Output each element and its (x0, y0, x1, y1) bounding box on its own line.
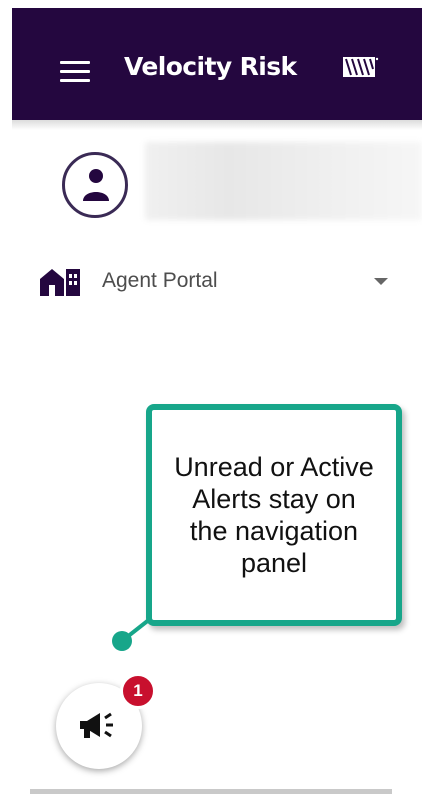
logo-mark-icon (343, 57, 379, 77)
user-name-redacted (145, 142, 422, 220)
alert-count-badge: 1 (120, 673, 156, 709)
user-icon (83, 169, 109, 201)
header-shadow (12, 120, 422, 130)
horizontal-scrollbar[interactable] (30, 789, 392, 794)
portal-selector[interactable]: Agent Portal (34, 258, 404, 304)
callout-pointer (112, 617, 152, 651)
callout-text: Unread or Active Alerts stay on the navi… (174, 452, 374, 578)
annotation-callout: Unread or Active Alerts stay on the navi… (146, 404, 402, 626)
hamburger-icon[interactable] (60, 61, 90, 83)
megaphone-icon (80, 712, 113, 738)
avatar[interactable] (62, 152, 128, 218)
chevron-down-icon[interactable] (374, 278, 388, 285)
portal-label: Agent Portal (102, 269, 218, 292)
house-icon (40, 269, 80, 296)
app-header: Velocity Risk (12, 8, 422, 120)
brand-name: Velocity Risk (124, 52, 297, 81)
